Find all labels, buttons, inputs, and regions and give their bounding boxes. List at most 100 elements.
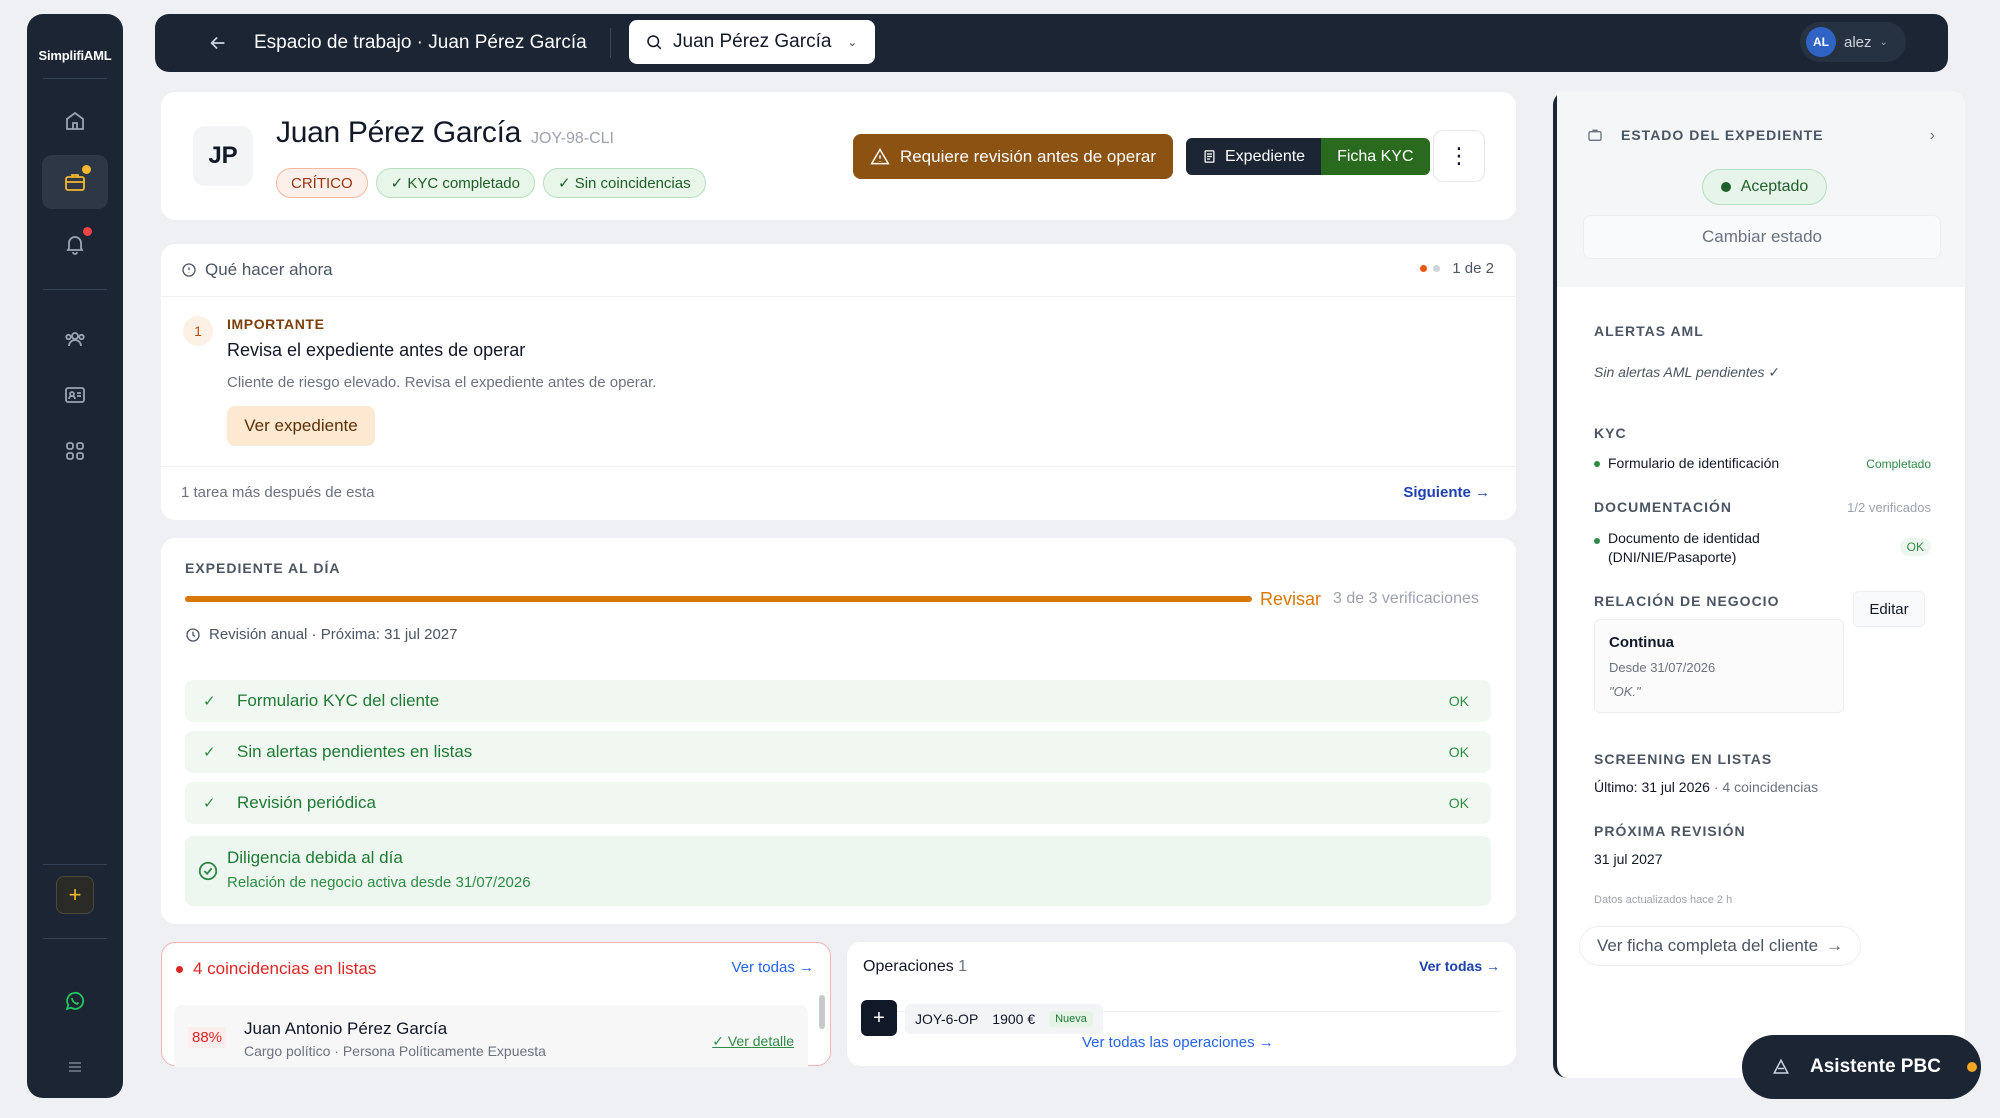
review-required-button[interactable]: Requiere revisión antes de operar [853,134,1173,179]
more-options-icon[interactable]: ⋮ [1433,130,1485,182]
see-all-operations-link[interactable]: Ver todas las operaciones → [1082,1034,1274,1051]
operations-count: 1 [958,958,968,975]
check-circle-icon [198,861,218,881]
brand-logo[interactable]: SimplifiAML [27,48,123,63]
sidebar-item-whatsapp[interactable] [42,974,108,1028]
annual-review-text: Revisión anual · Próxima: 31 jul 2027 [209,626,458,643]
status-badge: Nueva [1049,1011,1093,1027]
next-actions-header: Qué hacer ahora [181,260,333,280]
sidebar-item-alerts[interactable] [42,217,108,271]
client-avatar: JP [193,126,253,186]
relation-since: Desde 31/07/2026 [1609,660,1716,675]
kyc-badge: ✓ KYC completado [375,168,535,198]
scrollbar[interactable] [819,995,825,1029]
briefcase-icon [65,174,85,191]
check-label: Revisión periódica [237,793,376,812]
client-selector[interactable]: Juan Pérez García ⌄ [629,20,875,64]
screening-info: Último: 31 jul 2026 · 4 coincidencias [1594,779,1818,795]
file-status-panel: ESTADO DEL EXPEDIENTE › Aceptado Cambiar… [1553,91,1965,1078]
document-item: Documento de identidad (DNI/NIE/Pasaport… [1594,529,1760,567]
sidebar: SimplifiAML + [27,14,123,1098]
state-text: Aceptado [1740,178,1809,195]
operations-title-text: Operaciones [863,958,954,975]
sidebar-item-apps[interactable] [42,424,108,478]
remaining-tasks: 1 tarea más después de esta [181,484,375,501]
next-review-date: 31 jul 2027 [1594,851,1663,867]
review-status: Revisar [1260,589,1322,609]
sidebar-item-home[interactable] [42,94,108,148]
warning-icon [870,147,890,164]
match-description: Cargo político · Persona Políticamente E… [244,1043,546,1059]
home-icon [66,111,84,130]
client-selector-value: Juan Pérez García [673,31,832,52]
check-row: ✓ Formulario KYC del cliente OK [185,680,1491,722]
sidebar-item-clients[interactable] [42,312,108,366]
back-arrow-icon[interactable] [207,32,229,54]
annual-review: Revisión anual · Próxima: 31 jul 2027 [185,626,457,643]
matches-title-text: 4 coincidencias en listas [193,959,377,978]
next-task-link[interactable]: Siguiente → [1403,484,1490,501]
kyc-status: Completado [1866,457,1931,471]
screening-matches: · 4 coincidencias [1709,779,1819,795]
task-title: Revisa el expediente antes de operar [227,340,526,360]
document-item-text: Documento de identidad [1608,530,1760,546]
sidebar-item-menu[interactable] [42,1040,108,1094]
status-dot [1966,1062,1977,1072]
expediente-button[interactable]: Expediente [1186,138,1322,175]
match-item[interactable]: 88% Juan Antonio Pérez García Cargo polí… [174,1005,808,1067]
updated-note: Datos actualizados hace 2 h [1594,894,1733,906]
panel-title: ESTADO DEL EXPEDIENTE [1587,127,1824,143]
matches-title: 4 coincidencias en listas [176,959,376,979]
assistant-icon [1773,1058,1789,1074]
user-name: alez [1844,33,1872,51]
operation-code: JOY-6-OP [915,1011,979,1027]
match-detail-link[interactable]: ✓ Ver detalle [712,1033,794,1050]
review-required-label: Requiere revisión antes de operar [899,146,1157,166]
panel-title-text: ESTADO DEL EXPEDIENTE [1621,127,1824,143]
client-header-card: JP Juan Pérez García JOY-98-CLI CRÍTICO … [161,92,1516,220]
chevron-right-icon[interactable]: › [1930,127,1935,145]
avatar: AL [1806,27,1836,57]
status-dot [1720,182,1731,192]
next-actions-title: Qué hacer ahora [205,260,333,279]
see-all-matches-link[interactable]: Ver todas → [731,959,814,976]
search-icon [647,35,662,50]
check-status: OK [1448,795,1469,811]
sidebar-item-workspace[interactable] [42,155,108,209]
edit-button[interactable]: Editar [1853,591,1925,627]
next-actions-card: Qué hacer ahora 1 de 2 1 IMPORTANTE Revi… [161,244,1516,520]
operation-row[interactable]: JOY-6-OP 1900 € Nueva [905,1004,1103,1034]
menu-icon [69,1062,81,1072]
sidebar-item-identity[interactable] [42,368,108,422]
task-count: 1 de 2 [1452,260,1494,277]
id-card-icon [65,387,85,403]
notification-dot [82,165,91,174]
check-label: Sin alertas pendientes en listas [237,742,473,761]
grid-icon [66,442,84,460]
business-relation-box: Continua Desde 31/07/2026 "OK." [1594,619,1844,713]
pager-dot [1433,265,1441,272]
verification-progress-bar [185,596,1252,602]
full-client-file-link[interactable]: Ver ficha completa del cliente → [1579,926,1861,966]
view-toggle: Expediente Ficha KYC [1186,138,1430,175]
view-expediente-button[interactable]: Ver expediente [227,406,375,446]
see-all-operations-link[interactable]: Ver todas → [1419,958,1500,974]
alert-badge [83,227,92,236]
status-dot [1594,461,1600,468]
assistant-button[interactable]: Asistente PBC [1742,1035,1981,1099]
pager-dot-active [1420,265,1428,272]
change-state-button[interactable]: Cambiar estado [1583,215,1941,259]
add-button[interactable]: + [56,876,94,914]
file-status-card: EXPEDIENTE AL DÍA Revisar 3 de 3 verific… [161,538,1516,924]
chevron-down-icon: ⌄ [847,35,858,49]
sidebar-divider [43,864,107,865]
bell-icon [66,236,84,255]
relation-type: Continua [1609,634,1674,651]
task-description: Cliente de riesgo elevado. Revisa el exp… [227,374,657,391]
user-menu[interactable]: AL alez ⌄ [1800,22,1906,62]
list-matches-card: 4 coincidencias en listas Ver todas → 88… [161,942,831,1067]
risk-badge: CRÍTICO [276,168,368,198]
ficha-kyc-button[interactable]: Ficha KYC [1321,138,1430,175]
aml-alerts-text: Sin alertas AML pendientes ✓ [1594,364,1781,380]
add-operation-button[interactable]: + [861,1000,897,1036]
